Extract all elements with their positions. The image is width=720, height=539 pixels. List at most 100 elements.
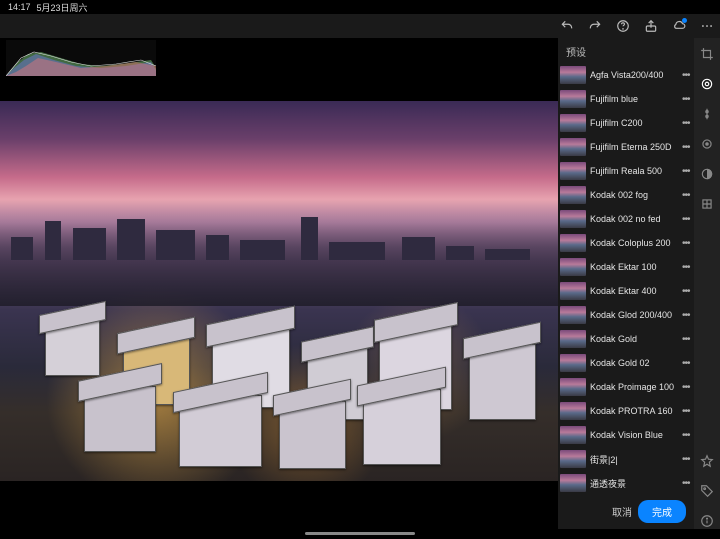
preset-thumbnail: [560, 186, 586, 204]
preset-label: Fujifilm C200: [590, 118, 678, 128]
geometry-icon[interactable]: [699, 196, 715, 212]
status-time: 14:17: [8, 2, 31, 12]
histogram[interactable]: [6, 40, 156, 76]
preset-more-icon[interactable]: •••: [682, 238, 692, 249]
preset-list[interactable]: Agfa Vista200/400•••Fujifilm blue•••Fuji…: [558, 63, 694, 494]
presets-title: 预设: [558, 38, 694, 63]
presets-icon[interactable]: [699, 76, 715, 92]
preset-more-icon[interactable]: •••: [682, 358, 692, 369]
tag-icon[interactable]: [699, 483, 715, 499]
undo-icon[interactable]: [560, 19, 574, 33]
preset-label: Kodak Vision Blue: [590, 430, 678, 440]
preset-thumbnail: [560, 234, 586, 252]
preset-more-icon[interactable]: •••: [682, 430, 692, 441]
preset-more-icon[interactable]: •••: [682, 262, 692, 273]
status-date: 5月23日周六: [37, 1, 88, 14]
preset-label: Kodak Coloplus 200: [590, 238, 678, 248]
preset-more-icon[interactable]: •••: [682, 190, 692, 201]
preset-more-icon[interactable]: •••: [682, 166, 692, 177]
preset-item[interactable]: Kodak Glod 200/400 •••: [558, 303, 694, 327]
preset-label: Kodak 002 fog: [590, 190, 678, 200]
preset-thumbnail: [560, 210, 586, 228]
help-icon[interactable]: [616, 19, 630, 33]
preset-more-icon[interactable]: •••: [682, 310, 692, 321]
preset-item[interactable]: Fujifilm blue •••: [558, 87, 694, 111]
cloud-sync-icon[interactable]: [672, 19, 686, 33]
preset-item[interactable]: Agfa Vista200/400 •••: [558, 63, 694, 87]
preset-thumbnail: [560, 138, 586, 156]
redo-icon[interactable]: [588, 19, 602, 33]
heal-icon[interactable]: [699, 136, 715, 152]
preset-more-icon[interactable]: •••: [682, 214, 692, 225]
preset-item[interactable]: Kodak PROTRA 160 •••: [558, 399, 694, 423]
preset-thumbnail: [560, 258, 586, 276]
preset-thumbnail: [560, 354, 586, 372]
preset-label: Kodak PROTRA 160: [590, 406, 678, 416]
preset-more-icon[interactable]: •••: [682, 478, 692, 489]
photo-preview: [0, 101, 558, 481]
preset-item[interactable]: Kodak Ektar 100 •••: [558, 255, 694, 279]
preset-item[interactable]: Fujifilm Eterna 250D •••: [558, 135, 694, 159]
info-icon[interactable]: [699, 513, 715, 529]
home-indicator[interactable]: [305, 532, 415, 535]
right-tool-rail: [694, 38, 720, 529]
preset-item[interactable]: Fujifilm C200 •••: [558, 111, 694, 135]
preset-thumbnail: [560, 90, 586, 108]
preset-more-icon[interactable]: •••: [682, 406, 692, 417]
preset-more-icon[interactable]: •••: [682, 382, 692, 393]
preset-thumbnail: [560, 450, 586, 468]
preset-more-icon[interactable]: •••: [682, 118, 692, 129]
preset-item[interactable]: Kodak Vision Blue •••: [558, 423, 694, 447]
preset-label: Fujifilm Reala 500: [590, 166, 678, 176]
preset-thumbnail: [560, 162, 586, 180]
preset-thumbnail: [560, 282, 586, 300]
preset-thumbnail: [560, 474, 586, 492]
preset-item[interactable]: Kodak Gold •••: [558, 327, 694, 351]
preset-label: Kodak Ektar 400: [590, 286, 678, 296]
preset-label: Kodak Glod 200/400: [590, 310, 678, 320]
preset-item[interactable]: Kodak Proimage 100•••: [558, 375, 694, 399]
cancel-button[interactable]: 取消: [612, 504, 632, 519]
preset-label: Kodak Gold 02: [590, 358, 678, 368]
star-icon[interactable]: [699, 453, 715, 469]
preset-thumbnail: [560, 426, 586, 444]
preset-more-icon[interactable]: •••: [682, 94, 692, 105]
preset-more-icon[interactable]: •••: [682, 70, 692, 81]
crop-icon[interactable]: [699, 46, 715, 62]
preset-label: Fujifilm blue: [590, 94, 678, 104]
preset-item[interactable]: Kodak 002 fog •••: [558, 183, 694, 207]
preset-item[interactable]: 街景|2| •••: [558, 447, 694, 471]
share-icon[interactable]: [644, 19, 658, 33]
preset-label: 通透夜景: [590, 477, 678, 490]
preset-thumbnail: [560, 66, 586, 84]
preset-item[interactable]: Kodak Gold 02 •••: [558, 351, 694, 375]
done-button[interactable]: 完成: [638, 500, 686, 523]
edit-sliders-icon[interactable]: [699, 106, 715, 122]
preset-label: 街景|2|: [590, 453, 678, 466]
preset-thumbnail: [560, 378, 586, 396]
preset-thumbnail: [560, 330, 586, 348]
preset-label: Kodak 002 no fed: [590, 214, 678, 224]
preset-label: Agfa Vista200/400: [590, 70, 678, 80]
preset-item[interactable]: 通透夜景 •••: [558, 471, 694, 494]
preset-thumbnail: [560, 402, 586, 420]
more-icon[interactable]: [700, 19, 714, 33]
image-canvas[interactable]: [0, 38, 558, 529]
preset-more-icon[interactable]: •••: [682, 334, 692, 345]
preset-item[interactable]: Kodak 002 no fed •••: [558, 207, 694, 231]
status-bar: 14:17 5月23日周六: [0, 0, 720, 14]
preset-more-icon[interactable]: •••: [682, 286, 692, 297]
preset-item[interactable]: Kodak Coloplus 200 •••: [558, 231, 694, 255]
preset-label: Kodak Gold: [590, 334, 678, 344]
preset-thumbnail: [560, 306, 586, 324]
mask-icon[interactable]: [699, 166, 715, 182]
preset-label: Fujifilm Eterna 250D: [590, 142, 678, 152]
preset-item[interactable]: Kodak Ektar 400 •••: [558, 279, 694, 303]
top-toolbar: [0, 14, 720, 38]
preset-label: Kodak Ektar 100: [590, 262, 678, 272]
preset-more-icon[interactable]: •••: [682, 142, 692, 153]
preset-item[interactable]: Fujifilm Reala 500 •••: [558, 159, 694, 183]
presets-panel: 预设 Agfa Vista200/400•••Fujifilm blue•••F…: [558, 38, 694, 529]
preset-more-icon[interactable]: •••: [682, 454, 692, 465]
preset-thumbnail: [560, 114, 586, 132]
